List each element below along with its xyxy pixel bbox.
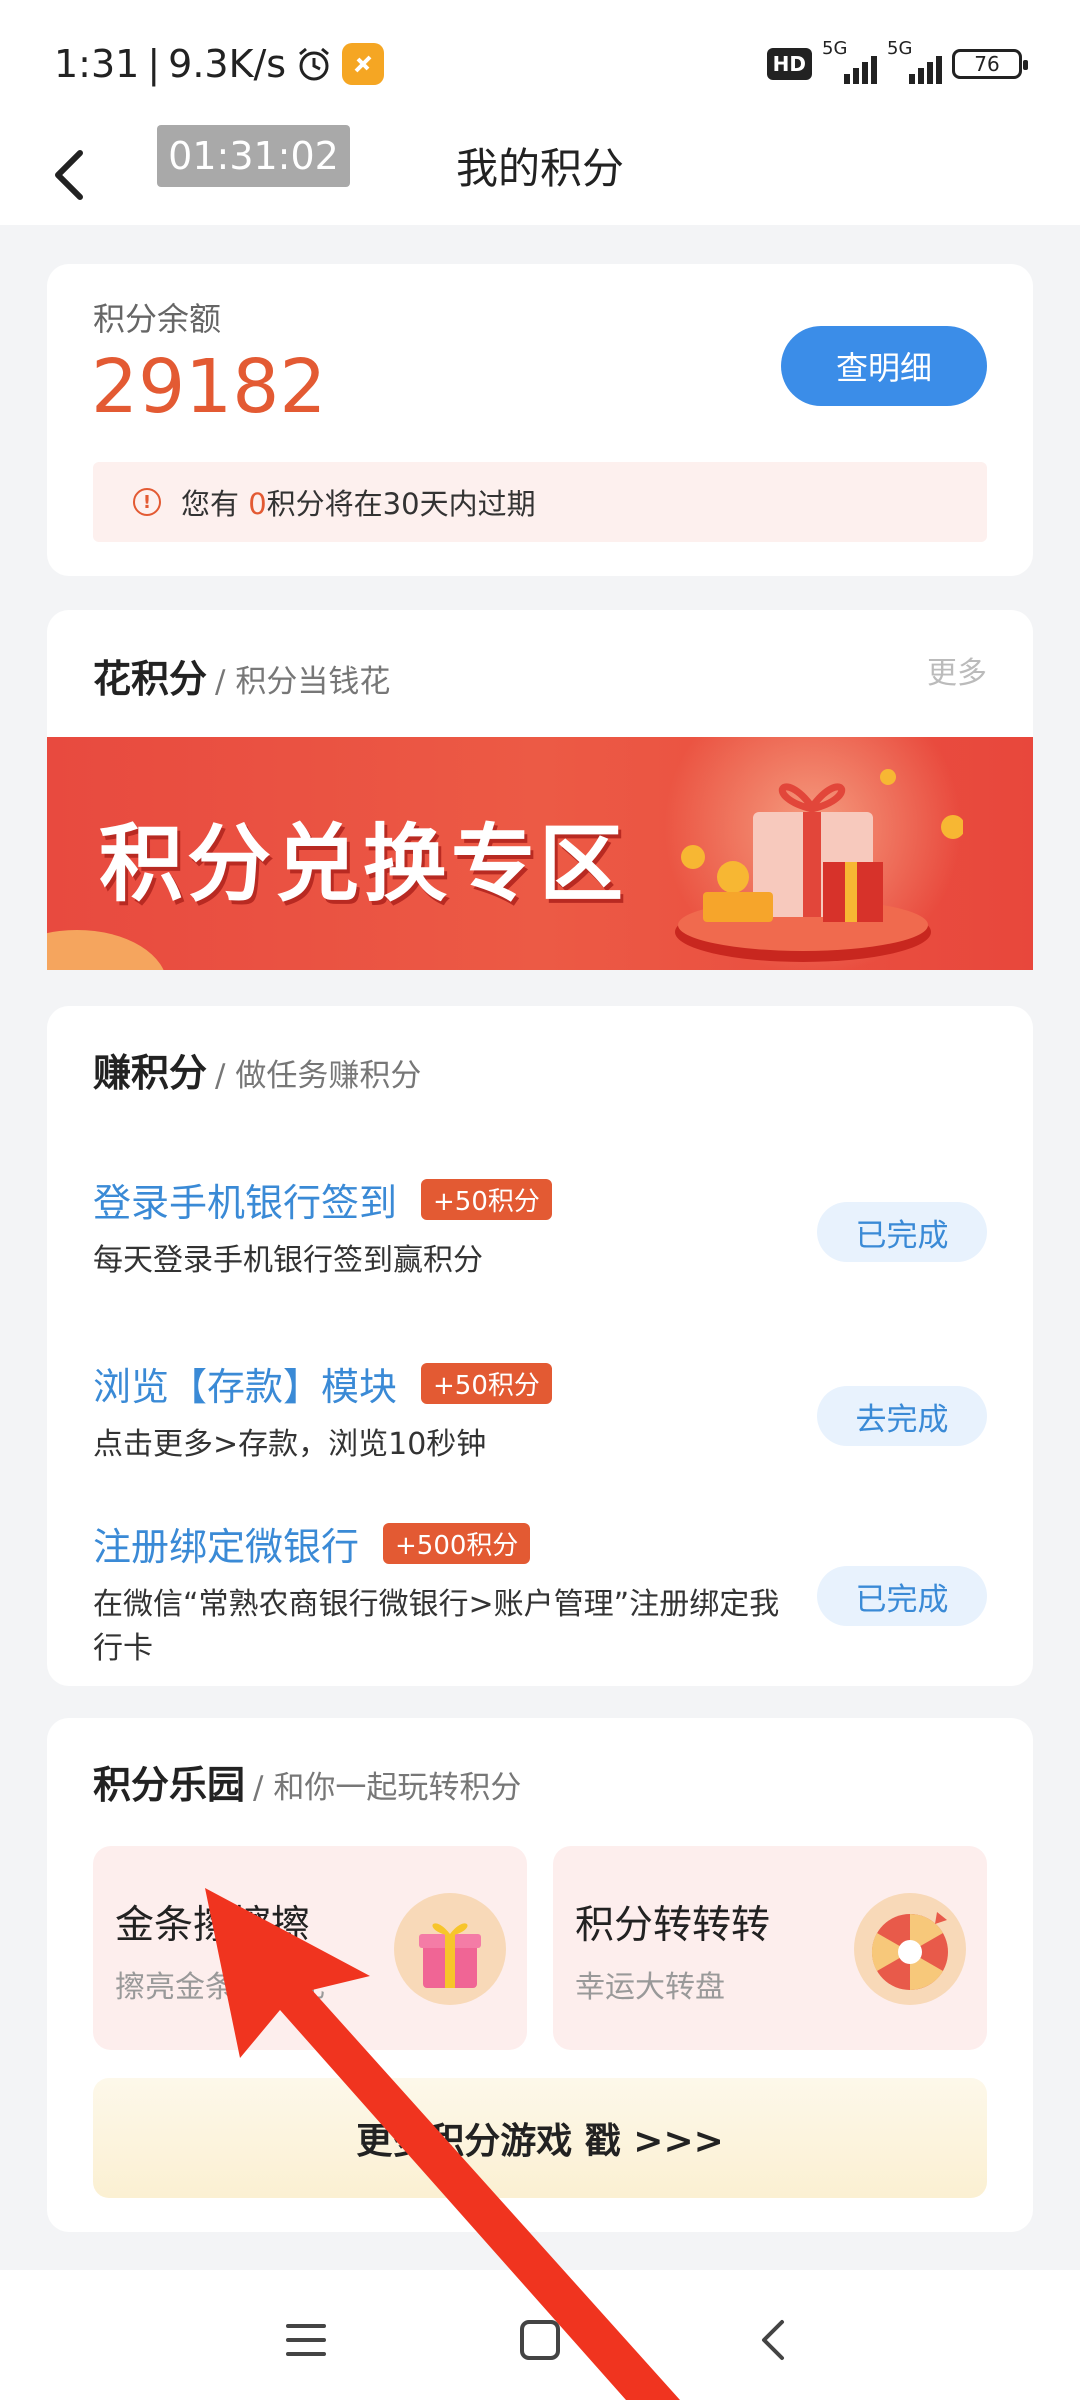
play-title: 积分乐园 [93,1763,246,1807]
points-badge: +500积分 [383,1523,531,1564]
game-subtitle: 幸运大转盘 [575,1970,725,2005]
points-badge: +50积分 [421,1363,552,1404]
expire-count: 0 [248,487,267,521]
signal-1-icon: 5G [822,38,877,84]
more-games-button[interactable]: 更多积分游戏 戳 >>> [93,2078,987,2198]
expire-notice: ! 您有 0积分将在30天内过期 [93,462,987,542]
play-header: 积分乐园 / 和你一起玩转积分 [93,1754,521,1809]
more-link[interactable]: 更多 [927,648,987,692]
spend-subtitle: / 积分当钱花 [215,664,391,700]
app-notification-icon [342,43,385,85]
warning-icon: ! [133,488,161,516]
game-title: 金条擦擦擦 [115,1903,311,1948]
spend-title: 花积分 [93,657,208,701]
balance-label: 积分余额 [93,300,222,338]
task-description: 点击更多>存款，浏览10秒钟 [93,1427,487,1462]
expire-text: 您有 0积分将在30天内过期 [181,487,536,521]
task-title[interactable]: 注册绑定微银行 [93,1516,359,1571]
game-subtitle: 擦亮金条赢好礼 [115,1970,325,2005]
alarm-icon [299,47,330,81]
wheel-icon [854,1893,966,2005]
balance-value: 29182 [91,344,327,430]
battery-icon: 76 [952,49,1028,79]
earn-title: 赚积分 [93,1051,208,1095]
banner-title: 积分兑换专区 [99,815,628,913]
task-title[interactable]: 登录手机银行签到 [93,1172,397,1227]
task-item: 浏览【存款】模块 +50积分 点击更多>存款，浏览10秒钟 去完成 [93,1356,987,1467]
spend-points-card: 花积分 / 积分当钱花 更多 积分兑换专区 [47,610,1033,970]
status-right: HD 5G 5G 76 [766,38,1028,88]
task-description: 在微信“常熟农商银行微银行>账户管理”注册绑定我行卡 [93,1587,780,1666]
nav-bar: 01:31:02 我的积分 [0,125,1080,225]
home-icon[interactable] [510,2310,570,2370]
game-tile-wheel[interactable]: 积分转转转 幸运大转盘 [553,1846,987,2050]
hd-icon: HD [766,48,812,80]
task-item: 注册绑定微银行 +500积分 在微信“常熟农商银行微银行>账户管理”注册绑定我行… [93,1516,987,1670]
points-badge: +50积分 [421,1179,552,1220]
menu-icon[interactable] [276,2310,336,2370]
game-title: 积分转转转 [575,1903,771,1948]
status-left: 1:31 | 9.3K/s [54,36,385,92]
page-title: 我的积分 [455,144,624,193]
gift-box-illustration [675,769,963,962]
status-time: 1:31 [54,42,140,86]
points-park-card: 积分乐园 / 和你一起玩转积分 金条擦擦擦 擦亮金条赢好礼 积分转转转 幸运大转… [47,1718,1033,2232]
gift-icon [394,1893,506,2005]
back-nav-icon[interactable] [744,2310,804,2370]
game-tile-scratch[interactable]: 金条擦擦擦 擦亮金条赢好礼 [93,1846,527,2050]
task-status-button[interactable]: 已完成 [817,1202,987,1262]
earn-points-card: 赚积分 / 做任务赚积分 登录手机银行签到 +50积分 每天登录手机银行签到赢积… [47,1006,1033,1686]
play-subtitle: / 和你一起玩转积分 [253,1770,522,1806]
task-status-button[interactable]: 已完成 [817,1566,987,1626]
status-divider: | [147,42,161,86]
status-bar: 1:31 | 9.3K/s HD 5G 5G 76 [0,0,1080,125]
task-title[interactable]: 浏览【存款】模块 [93,1356,397,1411]
task-description: 每天登录手机银行签到赢积分 [93,1243,483,1278]
task-status-button[interactable]: 去完成 [817,1386,987,1446]
spend-header: 花积分 / 积分当钱花 [93,648,390,703]
balance-card: 积分余额 29182 查明细 ! 您有 0积分将在30天内过期 [47,264,1033,576]
task-item: 登录手机银行签到 +50积分 每天登录手机银行签到赢积分 已完成 [93,1172,987,1283]
earn-subtitle: / 做任务赚积分 [215,1058,422,1094]
system-nav-bar [0,2270,1080,2400]
signal-2-icon: 5G [887,38,942,84]
status-speed: 9.3K/s [168,42,287,86]
view-detail-button[interactable]: 查明细 [781,326,987,406]
exchange-banner[interactable]: 积分兑换专区 [47,737,1033,970]
earn-header: 赚积分 / 做任务赚积分 [93,1042,421,1097]
